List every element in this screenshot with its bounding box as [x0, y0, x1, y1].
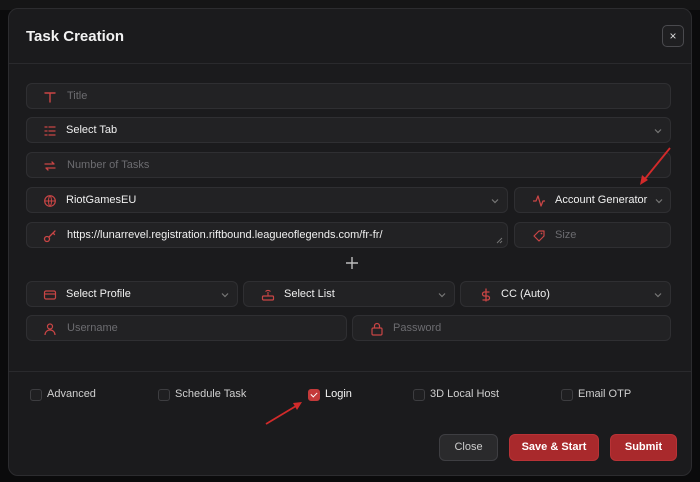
checkbox-box-checked[interactable]	[308, 389, 320, 401]
annotation-arrow-icon	[265, 402, 302, 425]
dollar-icon	[481, 288, 491, 302]
size-placeholder: Size	[555, 229, 577, 241]
tab-select-value: Select Tab	[66, 124, 118, 136]
checkbox-label: Schedule Task	[175, 388, 247, 400]
user-icon	[44, 323, 56, 336]
checkbox-label: Advanced	[47, 388, 96, 400]
checkbox-box[interactable]	[561, 389, 573, 401]
tag-icon	[533, 230, 545, 242]
globe-icon	[44, 195, 56, 207]
chevron-down-icon	[221, 293, 229, 298]
chevron-down-icon	[438, 293, 446, 298]
checkbox-label: 3D Local Host	[430, 388, 500, 400]
submit-button[interactable]: Submit	[610, 434, 677, 461]
header-divider	[9, 63, 691, 64]
card-icon	[43, 290, 57, 300]
task-creation-dialog: Task Creation × Title Select Tab Number …	[8, 8, 692, 476]
site-select[interactable]: RiotGamesEU	[26, 187, 508, 213]
chevron-down-icon	[654, 129, 662, 134]
url-value: https://lunarrevel.registration.riftboun…	[67, 229, 383, 241]
key-icon	[43, 230, 56, 243]
text-icon	[44, 92, 56, 103]
checkbox-label: Email OTP	[578, 388, 632, 400]
close-button[interactable]: Close	[439, 434, 498, 461]
mode-select[interactable]: Account Generator	[514, 187, 671, 213]
size-input[interactable]: Size	[514, 222, 671, 248]
payment-select-value: CC (Auto)	[501, 288, 550, 300]
number-of-tasks-placeholder: Number of Tasks	[67, 159, 150, 171]
lock-icon	[371, 322, 383, 336]
username-placeholder: Username	[67, 322, 118, 334]
profile-select-value: Select Profile	[66, 288, 131, 300]
checkbox-box[interactable]	[413, 389, 425, 401]
chevron-down-icon	[654, 293, 662, 298]
repeat-icon	[44, 161, 56, 171]
site-select-value: RiotGamesEU	[66, 194, 137, 206]
save-and-start-button[interactable]: Save & Start	[509, 434, 599, 461]
plus-icon[interactable]	[345, 256, 359, 270]
resize-handle-icon[interactable]	[496, 237, 503, 244]
payment-select[interactable]: CC (Auto)	[460, 281, 671, 307]
password-input[interactable]: Password	[352, 315, 671, 341]
activity-icon	[533, 195, 545, 207]
router-icon	[261, 289, 275, 301]
footer-divider	[9, 371, 691, 372]
title-input[interactable]: Title	[26, 83, 671, 109]
checkbox-label: Login	[325, 388, 352, 400]
number-of-tasks-input[interactable]: Number of Tasks	[26, 152, 671, 178]
chevron-down-icon	[655, 199, 663, 204]
annotation-arrow-icon	[640, 147, 671, 185]
checkbox-box[interactable]	[158, 389, 170, 401]
title-placeholder: Title	[67, 90, 88, 102]
tab-select[interactable]: Select Tab	[26, 117, 671, 143]
list-select[interactable]: Select List	[243, 281, 455, 307]
mode-select-value: Account Generator	[555, 194, 648, 206]
close-dialog-button[interactable]: ×	[662, 25, 684, 47]
list-select-value: Select List	[284, 288, 335, 300]
profile-select[interactable]: Select Profile	[26, 281, 238, 307]
checkbox-box[interactable]	[30, 389, 42, 401]
list-icon	[44, 126, 56, 136]
username-input[interactable]: Username	[26, 315, 347, 341]
password-placeholder: Password	[393, 322, 442, 334]
chevron-down-icon	[491, 199, 499, 204]
url-input[interactable]: https://lunarrevel.registration.riftboun…	[26, 222, 508, 248]
dialog-title: Task Creation	[26, 28, 125, 45]
